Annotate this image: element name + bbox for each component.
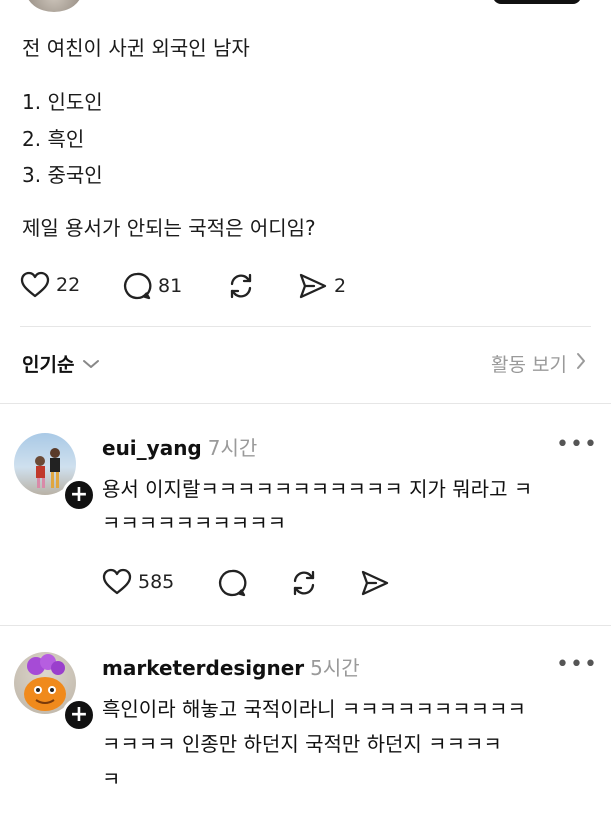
comment-username[interactable]: marketerdesigner [102,656,304,680]
view-activity-link[interactable]: 활동 보기 [491,350,587,377]
repost-icon [226,271,256,301]
plus-icon: + [69,702,89,727]
chevron-right-icon [575,352,587,375]
more-icon[interactable]: ••• [556,432,598,457]
post-text-line: 제일 용서가 안되는 국적은 어디임? [22,216,316,240]
like-count: 22 [56,274,81,296]
follow-button[interactable] [493,0,581,4]
heart-icon [102,568,132,596]
comment-time: 5시간 [310,656,360,680]
comment-header: eui_yang 7시간 [102,432,257,461]
post-text-line: 3. 중국인 [22,163,103,187]
more-icon[interactable]: ••• [556,652,598,677]
post-text-line: 2. 흑인 [22,127,85,151]
divider [0,625,611,626]
comment-username[interactable]: eui_yang [102,436,202,460]
comment-text-line: ㅋㅋㅋㅋㅋㅋㅋㅋㅋㅋ [102,511,286,535]
plus-icon: + [69,482,89,507]
comment-header: marketerdesigner 5시간 [102,652,360,681]
send-icon [298,271,328,301]
comment-like-count: 585 [138,571,175,593]
view-activity-label: 활동 보기 [491,354,567,376]
heart-icon [20,271,50,299]
follow-plus-button[interactable]: + [62,698,96,732]
repost-icon [289,568,319,598]
comment-text-line: ㅋ [102,767,121,791]
post-author-avatar[interactable] [26,0,82,12]
sort-dropdown[interactable]: 인기순 [22,350,100,377]
comment-time: 7시간 [207,436,258,460]
divider [0,403,611,404]
comment-icon [122,271,152,301]
comment-like-button[interactable]: 585 [102,568,174,596]
comment-repost-button[interactable] [289,568,319,598]
repost-button[interactable] [226,271,256,301]
comment-text-line: 흑인이라 해놓고 국적이라니 ㅋㅋㅋㅋㅋㅋㅋㅋㅋㅋ [102,697,526,721]
comment-reply-button[interactable] [217,568,247,598]
comment-text-line: ㅋㅋㅋㅋ 인종만 하던지 국적만 하던지 ㅋㅋㅋㅋ [102,732,502,756]
comment-button[interactable]: 81 [122,271,182,301]
share-button[interactable]: 2 [298,271,346,301]
divider [20,326,591,327]
chevron-down-icon [82,353,100,375]
share-count: 2 [334,275,347,297]
comment-count: 81 [158,275,183,297]
follow-plus-button[interactable]: + [62,478,96,512]
sort-label: 인기순 [22,354,75,376]
post-text-line: 전 여친이 사귄 외국인 남자 [22,36,250,60]
post-text-line: 1. 인도인 [22,90,103,114]
comment-text-line: 용서 이지랄ㅋㅋㅋㅋㅋㅋㅋㅋㅋㅋㅋ 지가 뭐라고 ㅋ [102,477,533,501]
like-button[interactable]: 22 [20,271,80,299]
comment-icon [217,568,247,598]
comment-share-button[interactable] [360,568,390,598]
send-icon [360,568,390,598]
